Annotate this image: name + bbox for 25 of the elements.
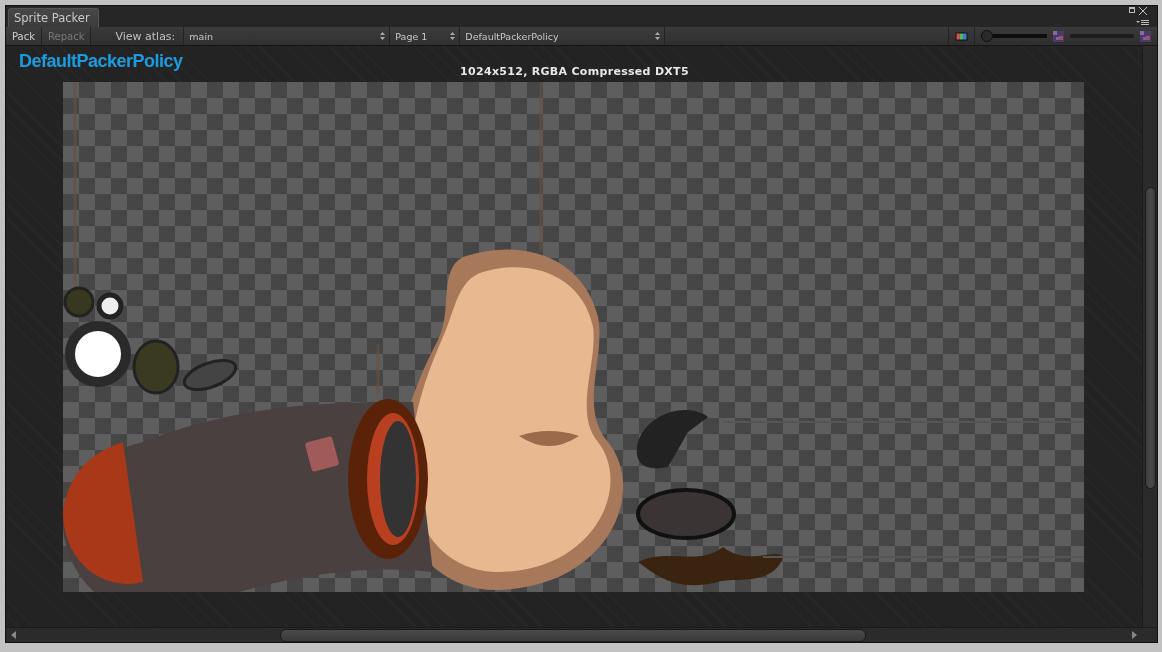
scrollbar-thumb[interactable] — [280, 629, 866, 642]
slider-thumb[interactable] — [981, 30, 993, 42]
mip-slider[interactable] — [981, 30, 1047, 42]
menu-icon[interactable] — [1136, 20, 1149, 26]
rgb-channels-icon[interactable] — [955, 31, 968, 41]
window-tab[interactable]: Sprite Packer — [8, 8, 99, 27]
scroll-right-icon[interactable] — [1132, 631, 1137, 639]
close-icon[interactable] — [1139, 7, 1147, 15]
maximize-icon[interactable] — [1129, 7, 1135, 13]
policy-title: DefaultPackerPolicy — [19, 51, 183, 72]
dropdown-value: Page 1 — [395, 30, 428, 42]
vertical-scrollbar[interactable] — [1142, 46, 1157, 627]
stepper-arrows-icon — [450, 32, 456, 40]
dropdown-value: main — [189, 30, 214, 42]
view-atlas-label: View atlas: — [115, 29, 176, 43]
horizontal-scrollbar[interactable] — [6, 627, 1157, 642]
small-mip-icon[interactable] — [1053, 30, 1064, 42]
dropdown-value: DefaultPackerPolicy — [465, 30, 559, 42]
large-mip-icon[interactable] — [1140, 30, 1151, 42]
toolbar-button[interactable]: Pack — [6, 27, 42, 45]
scrollbar-thumb[interactable] — [1145, 187, 1156, 489]
stepper-arrows-icon — [655, 32, 661, 40]
stepper-arrows-icon — [380, 32, 386, 40]
scroll-left-icon[interactable] — [11, 631, 16, 639]
atlas-info: 1024x512, RGBA Compressed DXT5 — [460, 65, 689, 78]
